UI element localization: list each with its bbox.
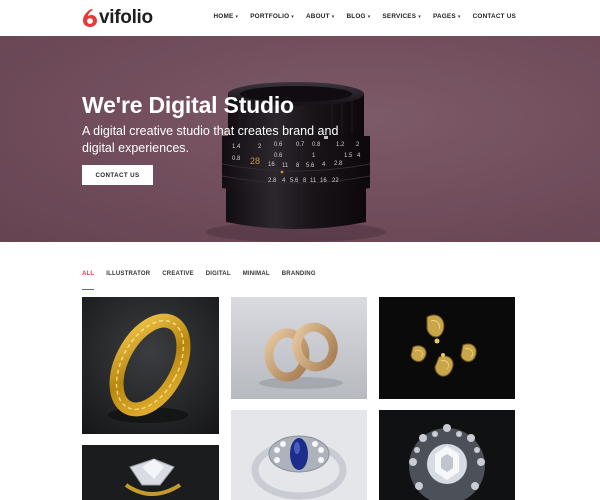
nav-item-contact-us[interactable]: CONTACT US [473, 13, 516, 20]
filter-minimal[interactable]: MINIMAL [243, 271, 270, 281]
filter-all[interactable]: ALL [82, 271, 95, 290]
portfolio-filters: ALL ILLUSTRATOR CREATIVE DIGITAL MINIMAL… [82, 271, 316, 290]
contact-us-button[interactable]: CONTACT US [82, 165, 153, 185]
logo[interactable]: vifolio [82, 7, 153, 29]
portfolio-item-gold-ring[interactable] [82, 297, 219, 434]
nav-label: ABOUT [305, 13, 330, 20]
site-header: vifolio HOME ▾ PORTFOLIO ▾ ABOUT ▾ BLOG ▾ SE… [0, 0, 600, 36]
nav-label: PAGES [432, 13, 456, 20]
portfolio-item-wooden-links[interactable] [231, 297, 367, 399]
sapphire-ring-image [231, 410, 367, 500]
portfolio-item-gold-earrings[interactable] [379, 297, 515, 399]
nav-label: BLOG [346, 13, 366, 20]
gold-ring-image [82, 297, 219, 434]
nav-item-about[interactable]: ABOUT ▾ [306, 13, 334, 20]
hero-title: We're Digital Studio [82, 92, 294, 118]
wooden-links-image [231, 297, 367, 399]
gold-earrings-image [379, 297, 515, 399]
chevron-down-icon: ▾ [235, 13, 239, 20]
filter-illustrator[interactable]: ILLUSTRATOR [106, 271, 150, 281]
chevron-down-icon: ▾ [367, 13, 371, 20]
hero-banner: 1.4 2 0.8 0.6 0.7 0.8 0.6 1 1.2 1.5 2 4 … [0, 36, 600, 242]
chevron-down-icon: ▾ [331, 13, 335, 20]
chevron-down-icon: ▾ [418, 13, 421, 20]
chevron-down-icon: ▾ [291, 13, 294, 20]
filter-branding[interactable]: BRANDING [282, 271, 316, 281]
main-nav: HOME ▾ PORTFOLIO ▾ ABOUT ▾ BLOG ▾ SERVICES ▾ … [213, 13, 516, 20]
portfolio-item-diamond-brooch[interactable] [379, 410, 515, 500]
portfolio-item-diamond-ring[interactable] [82, 445, 219, 500]
logo-text: vifolio [99, 7, 153, 28]
nav-label: HOME [213, 13, 234, 20]
portfolio-item-sapphire-ring[interactable] [231, 410, 367, 500]
filter-creative[interactable]: CREATIVE [162, 271, 194, 281]
nav-item-services[interactable]: SERVICES ▾ [382, 13, 421, 20]
nav-item-home[interactable]: HOME ▾ [213, 13, 238, 20]
filter-digital[interactable]: DIGITAL [206, 271, 231, 281]
diamond-brooch-image [379, 410, 515, 500]
nav-label: PORTFOLIO [250, 13, 290, 20]
nav-item-blog[interactable]: BLOG ▾ [346, 13, 370, 20]
nav-label: CONTACT US [472, 13, 516, 20]
hero-subtitle: A digital creative studio that creates b… [82, 124, 339, 155]
logo-icon [83, 9, 97, 27]
nav-item-pages[interactable]: PAGES ▾ [433, 13, 461, 20]
nav-label: SERVICES [382, 13, 417, 20]
diamond-ring-image [82, 445, 219, 500]
chevron-down-icon: ▾ [457, 13, 461, 20]
nav-item-portfolio[interactable]: PORTFOLIO ▾ [250, 13, 294, 20]
